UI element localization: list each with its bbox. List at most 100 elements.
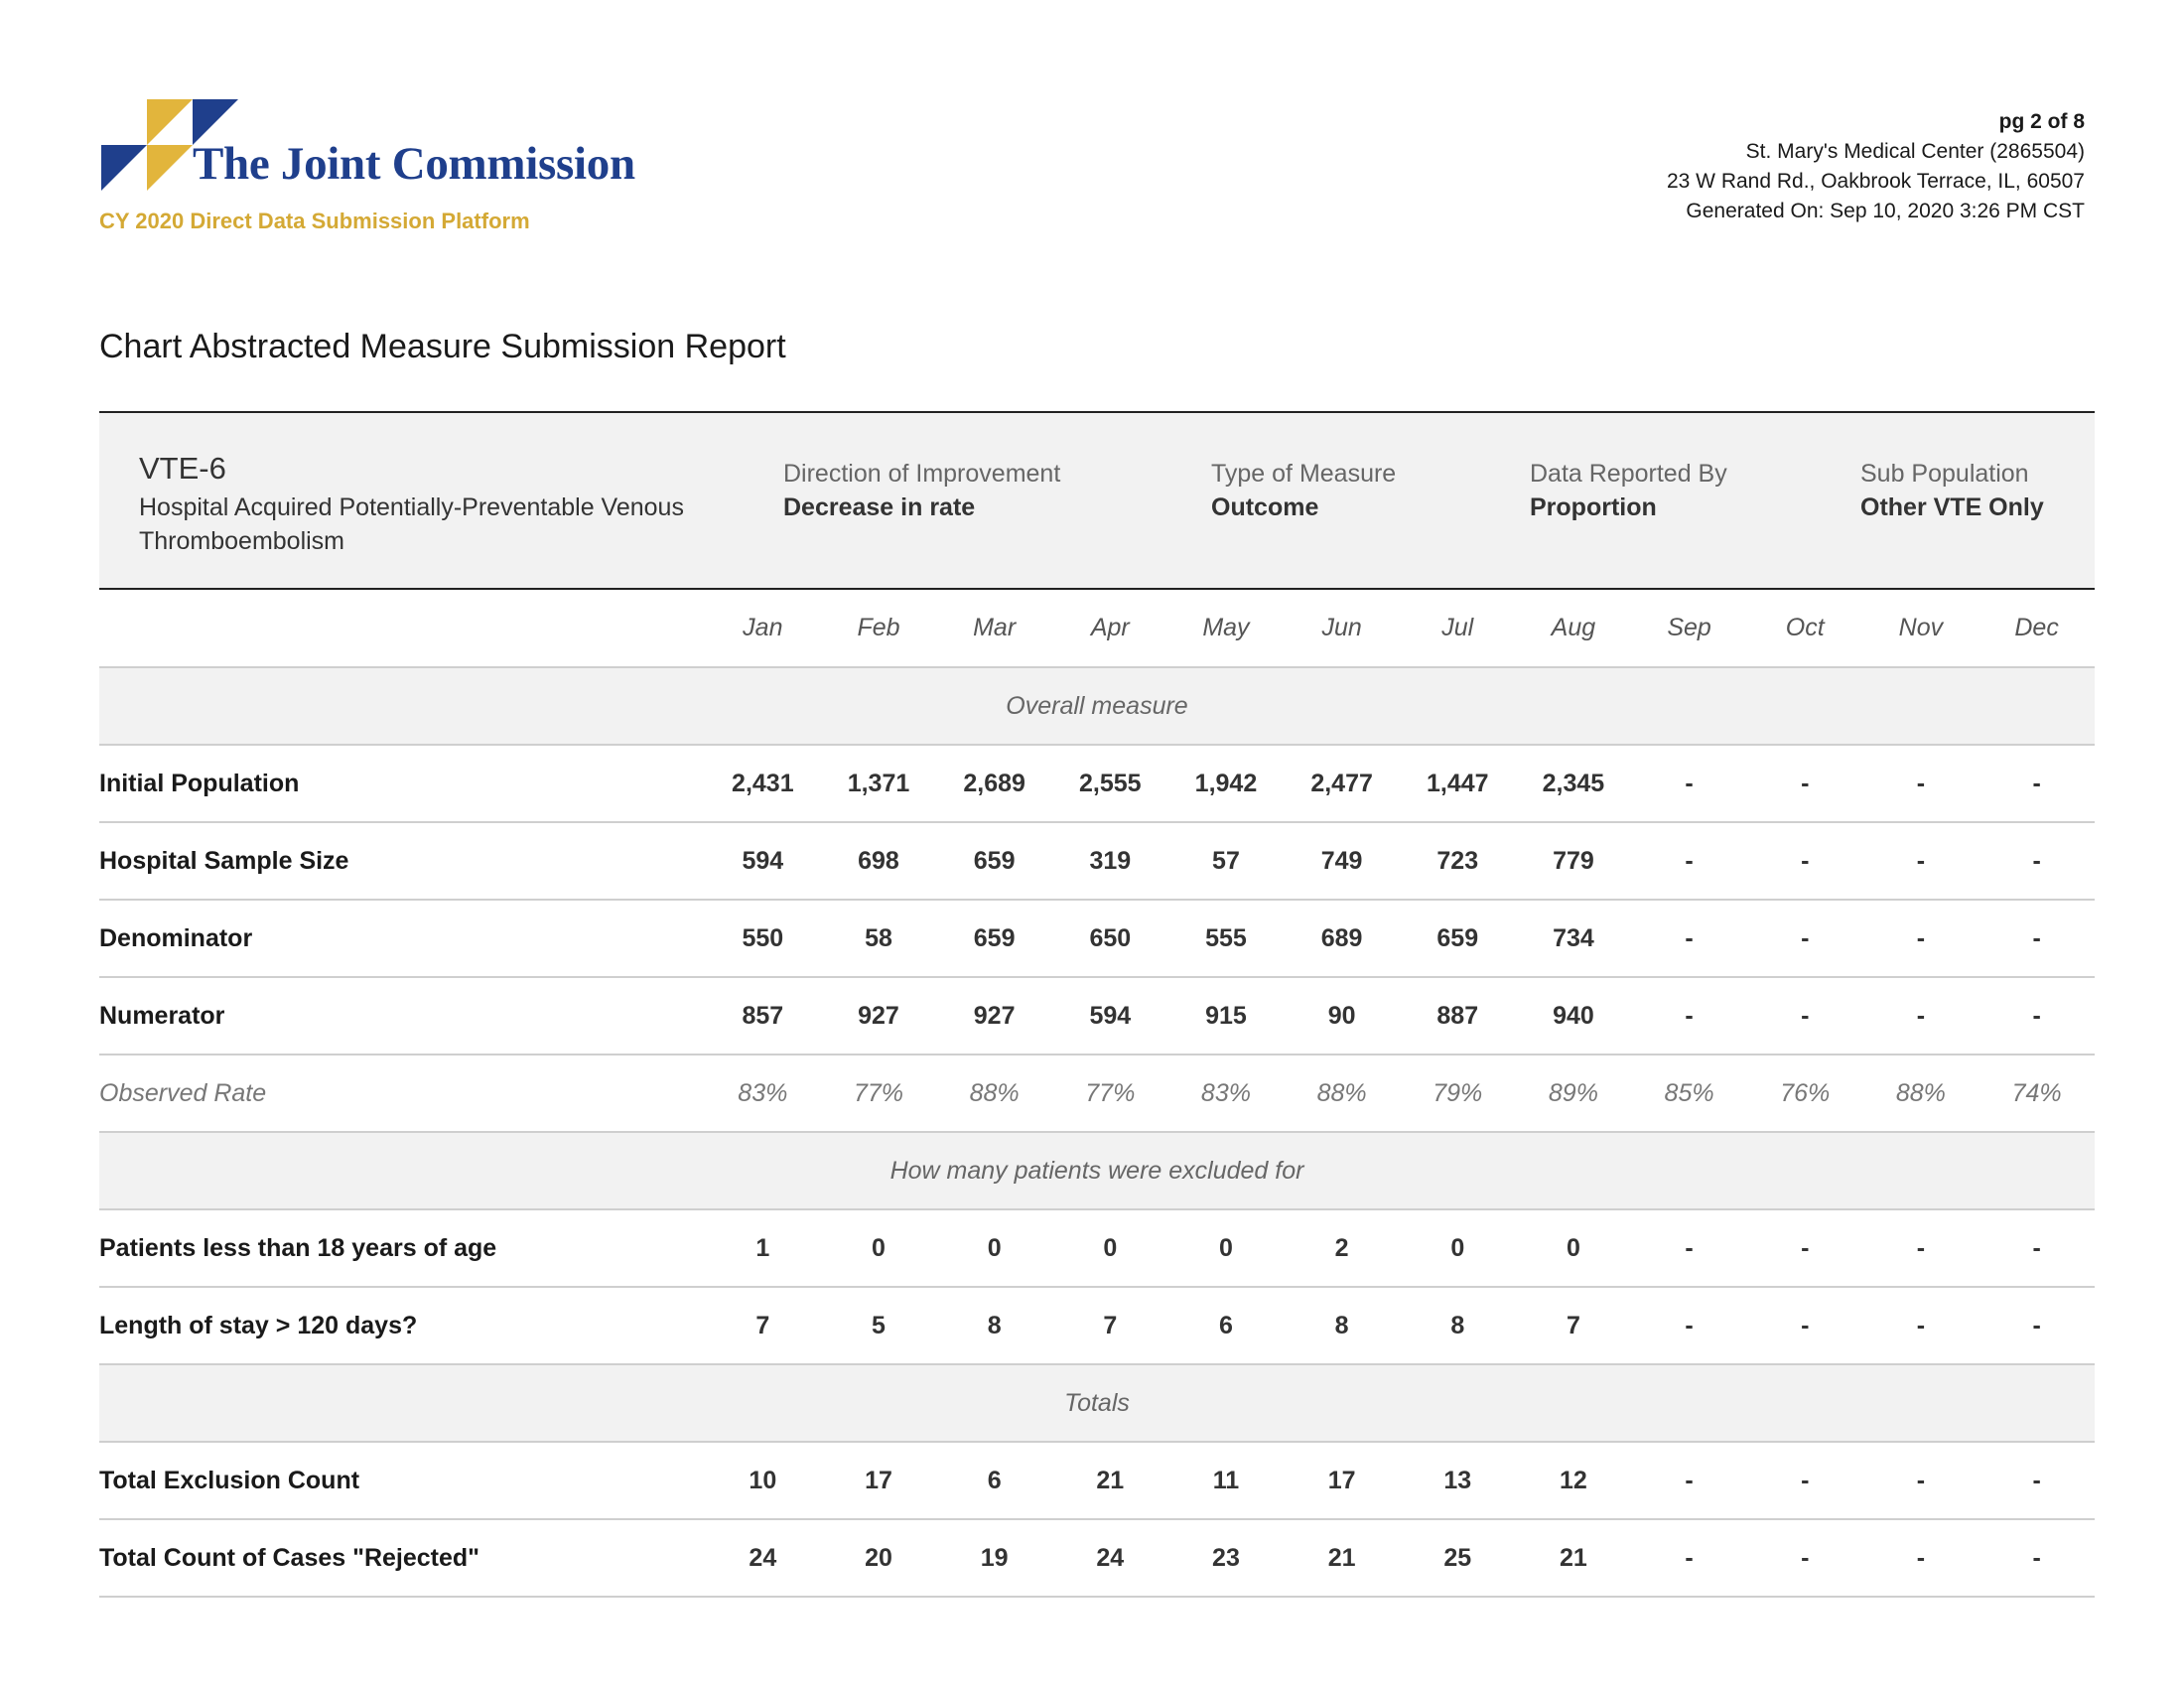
row-label: Denominator — [99, 900, 705, 978]
logo-gold-triangle-bottom — [147, 145, 193, 191]
table-cell: 24 — [705, 1519, 821, 1598]
table-row: Patients less than 18 years of age 1 0 0 0 0 2… — [99, 1209, 2095, 1288]
table-cell: - — [1631, 1519, 1747, 1598]
type-of-measure: Type of Measure Outcome — [1211, 457, 1396, 524]
table-cell: 734 — [1515, 900, 1632, 978]
table-cell: 2,689 — [936, 745, 1052, 823]
subpop-label: Sub Population — [1860, 460, 2029, 488]
table-cell: 83% — [705, 1055, 821, 1133]
month-header: Jan — [705, 590, 821, 668]
table-cell: 8 — [1284, 1287, 1400, 1365]
table-cell: - — [1631, 1287, 1747, 1365]
table-cell: - — [1862, 745, 1979, 823]
type-value: Outcome — [1211, 493, 1319, 521]
month-header: Sep — [1631, 590, 1747, 668]
table-cell: 594 — [705, 822, 821, 901]
month-header: Apr — [1051, 590, 1168, 668]
table-cell: - — [1979, 745, 2095, 823]
section-row: Totals — [99, 1364, 2095, 1443]
table-cell: 927 — [936, 977, 1052, 1055]
table-cell: 7 — [1051, 1287, 1168, 1365]
month-header: Oct — [1746, 590, 1863, 668]
facility-name: St. Mary's Medical Center (2865504) — [1745, 140, 2085, 163]
direction-of-improvement: Direction of Improvement Decrease in rat… — [783, 457, 1060, 524]
reported-label: Data Reported By — [1530, 460, 1727, 488]
table-cell: - — [1631, 745, 1747, 823]
row-label: Total Count of Cases "Rejected" — [99, 1519, 705, 1598]
table-cell: 13 — [1399, 1442, 1516, 1520]
table-cell: 21 — [1051, 1442, 1168, 1520]
direction-value: Decrease in rate — [783, 493, 976, 521]
table-cell: 25 — [1399, 1519, 1516, 1598]
table-cell: - — [1862, 1287, 1979, 1365]
table-cell: 0 — [1515, 1209, 1632, 1288]
table-cell: 12 — [1515, 1442, 1632, 1520]
table-cell: 8 — [936, 1287, 1052, 1365]
table-cell: 0 — [1051, 1209, 1168, 1288]
table-cell: 650 — [1051, 900, 1168, 978]
table-cell: 927 — [820, 977, 937, 1055]
row-label: Total Exclusion Count — [99, 1442, 705, 1520]
logo-gold-triangle — [147, 99, 193, 145]
table-cell: 83% — [1167, 1055, 1285, 1133]
table-cell: 0 — [1399, 1209, 1516, 1288]
table-cell: 659 — [1399, 900, 1516, 978]
table-row: Initial Population 2,431 1,371 2,689 2,555 1,… — [99, 745, 2095, 823]
table-cell: 10 — [705, 1442, 821, 1520]
table-cell: 550 — [705, 900, 821, 978]
table-cell: - — [1746, 900, 1863, 978]
table-cell: - — [1862, 822, 1979, 901]
table-cell: 689 — [1284, 900, 1400, 978]
table-cell: 915 — [1167, 977, 1285, 1055]
table-cell: - — [1979, 1519, 2095, 1598]
table-cell: 24 — [1051, 1519, 1168, 1598]
table-cell: - — [1631, 1442, 1747, 1520]
section-title: Totals — [99, 1364, 2095, 1443]
measure-summary: VTE-6 Hospital Acquired Potentially-Prev… — [99, 411, 2095, 590]
data-reported-by: Data Reported By Proportion — [1530, 457, 1727, 524]
table-cell: 77% — [820, 1055, 937, 1133]
reported-value: Proportion — [1530, 493, 1657, 521]
table-cell: - — [1746, 1442, 1863, 1520]
table-cell: - — [1746, 1287, 1863, 1365]
table-cell: 6 — [936, 1442, 1052, 1520]
table-cell: - — [1862, 1519, 1979, 1598]
table-cell: - — [1979, 822, 2095, 901]
table-cell: 74% — [1979, 1055, 2095, 1133]
table-cell: 2,477 — [1284, 745, 1400, 823]
row-label: Numerator — [99, 977, 705, 1055]
table-cell: 90 — [1284, 977, 1400, 1055]
table-cell: 723 — [1399, 822, 1516, 901]
platform-name: CY 2020 Direct Data Submission Platform — [99, 209, 530, 233]
table-cell: 89% — [1515, 1055, 1632, 1133]
type-label: Type of Measure — [1211, 460, 1397, 488]
table-cell: - — [1862, 977, 1979, 1055]
table-cell: 77% — [1051, 1055, 1168, 1133]
table-cell: 2,431 — [705, 745, 821, 823]
section-title: How many patients were excluded for — [99, 1132, 2095, 1210]
row-label: Length of stay > 120 days? — [99, 1287, 705, 1365]
report-title: Chart Abstracted Measure Submission Repo… — [99, 328, 786, 365]
joint-commission-logo: The Joint Commission — [99, 97, 655, 197]
table-cell: - — [1746, 977, 1863, 1055]
month-header: Feb — [820, 590, 937, 668]
measure-code: VTE-6 — [139, 451, 226, 486]
table-row: Observed Rate 83% 77% 88% 77% 83% 88% 79% 89% 85%… — [99, 1055, 2095, 1133]
table-cell: 19 — [936, 1519, 1052, 1598]
section-title: Overall measure — [99, 667, 2095, 746]
facility-address: 23 W Rand Rd., Oakbrook Terrace, IL, 605… — [1666, 170, 2085, 193]
table-row: Total Exclusion Count 10 17 6 21 11 17 13 12- - - - — [99, 1442, 2095, 1520]
table-cell: - — [1979, 1442, 2095, 1520]
table-cell: 23 — [1167, 1519, 1285, 1598]
table-cell: 0 — [1167, 1209, 1285, 1288]
row-label: Observed Rate — [99, 1055, 705, 1133]
direction-label: Direction of Improvement — [783, 460, 1061, 488]
table-cell: 88% — [1862, 1055, 1979, 1133]
report-meta: pg 2 of 8 St. Mary's Medical Center (286… — [1667, 107, 2085, 226]
page-number: pg 2 of 8 — [1998, 110, 2085, 133]
table-cell: 555 — [1167, 900, 1285, 978]
table-cell: 594 — [1051, 977, 1168, 1055]
row-label: Patients less than 18 years of age — [99, 1209, 705, 1288]
table-cell: 21 — [1515, 1519, 1632, 1598]
table-cell: 2,555 — [1051, 745, 1168, 823]
